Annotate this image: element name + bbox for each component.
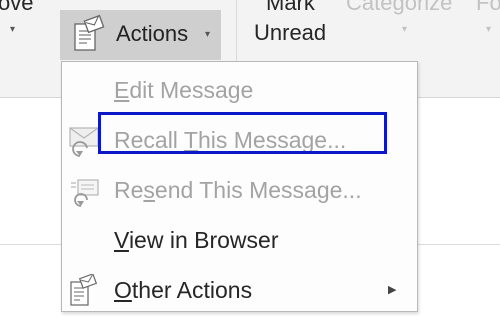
menu-item-view-in-browser[interactable]: View in Browser <box>62 214 417 264</box>
menu-item-label: Recall This Message... <box>114 127 347 153</box>
menu-item-label: Resend This Message... <box>114 177 362 203</box>
actions-chevron-down-icon: ▾ <box>205 29 211 40</box>
submenu-arrow-icon: ▶ <box>388 284 397 296</box>
move-chevron-down-icon[interactable]: ▾ <box>10 24 15 35</box>
recall-envelope-icon <box>68 124 102 163</box>
categorize-button-label[interactable]: Categorize <box>346 0 452 16</box>
move-button-label[interactable]: ove <box>0 0 33 16</box>
other-actions-icon <box>68 273 102 313</box>
menu-item-label: Other Actions <box>114 277 253 303</box>
menu-item-label: View in Browser <box>114 227 279 253</box>
categorize-chevron-down-icon[interactable]: ▾ <box>402 24 407 35</box>
menu-item-label: Edit Message <box>114 77 254 103</box>
actions-button[interactable]: Actions ▾ <box>60 10 221 60</box>
actions-dropdown-menu: Edit Message Recall This Message... Rese… <box>61 61 418 312</box>
follow-up-button-label[interactable]: Fo <box>476 0 500 16</box>
menu-item-other-actions[interactable]: Other Actions ▶ <box>62 264 417 314</box>
menu-item-resend-message[interactable]: Resend This Message... <box>62 164 417 214</box>
menu-item-recall-message[interactable]: Recall This Message... <box>62 114 417 164</box>
follow-up-chevron-down-icon[interactable]: ▾ <box>486 24 491 35</box>
unread-button-label[interactable]: Unread <box>254 20 326 46</box>
mark-button-label[interactable]: Mark <box>266 0 315 16</box>
actions-envelope-icon <box>72 14 106 59</box>
actions-button-label: Actions <box>116 21 189 46</box>
menu-item-edit-message[interactable]: Edit Message <box>62 64 417 114</box>
resend-message-icon <box>68 174 102 213</box>
